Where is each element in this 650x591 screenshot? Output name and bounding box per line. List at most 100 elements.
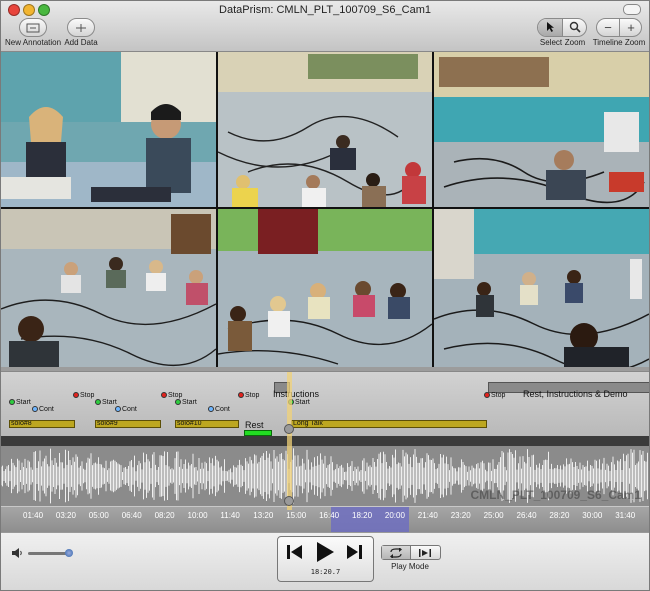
rest-instructions-label: Rest, Instructions & Demo bbox=[523, 389, 628, 399]
current-time: 18:20.7 bbox=[310, 568, 341, 576]
window-title: DataPrism: CMLN_PLT_100709_S6_Cam1 bbox=[219, 4, 431, 16]
segment-solo-8[interactable]: solo#8 bbox=[9, 420, 75, 428]
segment-solo-9[interactable]: solo#9 bbox=[95, 420, 161, 428]
playback-controls: 18:20.7 Play Mode bbox=[1, 532, 649, 590]
video-cell-4[interactable] bbox=[1, 209, 216, 367]
add-data-icon bbox=[76, 24, 86, 32]
cont-marker-1[interactable] bbox=[32, 406, 38, 412]
volume-slider-knob[interactable] bbox=[65, 549, 73, 557]
ruler-tick-label: 26:40 bbox=[516, 511, 537, 520]
annotation-track[interactable]: Instructions Rest, Instructions & Demo S… bbox=[1, 372, 649, 436]
cont-marker-2[interactable] bbox=[115, 406, 121, 412]
ruler-tick-label: 23:20 bbox=[450, 511, 471, 520]
stop-marker-4[interactable] bbox=[484, 392, 490, 398]
instructions-label: Instructions bbox=[273, 389, 320, 399]
video-cell-1[interactable] bbox=[1, 52, 216, 207]
app-window: DataPrism: CMLN_PLT_100709_S6_Cam1 New A… bbox=[0, 0, 650, 591]
timeline-zoom-out-button[interactable]: − bbox=[597, 19, 620, 36]
volume-icon bbox=[12, 548, 22, 558]
ruler-tick-label: 20:00 bbox=[384, 511, 405, 520]
stop-marker-2[interactable] bbox=[161, 392, 167, 398]
playhead-handle-top[interactable] bbox=[284, 424, 294, 434]
ruler-tick-label: 18:20 bbox=[352, 511, 373, 520]
volume-slider[interactable] bbox=[28, 549, 73, 557]
segment-solo-10[interactable]: solo#10 bbox=[175, 420, 239, 428]
cont-marker-3[interactable] bbox=[208, 406, 214, 412]
waveform-watermark: CMLN_PLT_100709_S6_Cam1 bbox=[470, 488, 641, 502]
ruler-tick-label: 16:40 bbox=[319, 511, 340, 520]
ruler-tick-label: 25:00 bbox=[483, 511, 504, 520]
ruler-tick-label: 10:00 bbox=[187, 511, 208, 520]
cont-label-2: Cont bbox=[122, 406, 137, 413]
zoom-tool-button[interactable] bbox=[563, 19, 587, 36]
range-mode-button[interactable] bbox=[411, 546, 439, 559]
toolbar: DataPrism: CMLN_PLT_100709_S6_Cam1 New A… bbox=[1, 1, 649, 52]
video-cell-3[interactable] bbox=[434, 52, 649, 207]
play-mode-label: Play Mode bbox=[391, 562, 429, 571]
stop-label-1: Stop bbox=[80, 392, 95, 399]
step-forward-icon[interactable] bbox=[345, 543, 363, 561]
stop-marker-3[interactable] bbox=[238, 392, 244, 398]
play-icon[interactable] bbox=[315, 541, 335, 563]
select-label: Select bbox=[539, 38, 563, 47]
video-cell-5[interactable] bbox=[218, 209, 432, 367]
start-marker-2[interactable] bbox=[95, 399, 101, 405]
stop-label-3: Stop bbox=[245, 392, 260, 399]
ruler-tick-label: 11:40 bbox=[220, 511, 240, 520]
start-marker-1[interactable] bbox=[9, 399, 15, 405]
playhead-handle-bottom[interactable] bbox=[284, 496, 294, 506]
video-frame-6 bbox=[434, 209, 649, 367]
stop-label-2: Stop bbox=[168, 392, 183, 399]
add-data-button[interactable] bbox=[67, 18, 95, 37]
ruler-tick-label: 15:00 bbox=[286, 511, 307, 520]
video-frame-2 bbox=[218, 52, 432, 207]
cont-label-1: Cont bbox=[39, 406, 54, 413]
cont-label-3: Cont bbox=[215, 406, 230, 413]
start-label-3: Start bbox=[182, 399, 197, 406]
video-cell-2[interactable] bbox=[218, 52, 432, 207]
loop-mode-button[interactable] bbox=[382, 546, 411, 559]
ruler-tick-label: 28:20 bbox=[549, 511, 570, 520]
ruler-tick-label: 21:40 bbox=[417, 511, 438, 520]
audio-waveform[interactable]: CMLN_PLT_100709_S6_Cam1 bbox=[1, 446, 649, 506]
video-grid bbox=[1, 52, 649, 367]
select-zoom-segmented-control bbox=[537, 18, 587, 37]
ruler-tick-label: 13:20 bbox=[253, 511, 274, 520]
ruler-tick-label: 31:40 bbox=[615, 511, 636, 520]
start-marker-3[interactable] bbox=[175, 399, 181, 405]
new-annotation-label: New Annotation bbox=[5, 38, 62, 47]
new-annotation-button[interactable] bbox=[19, 18, 47, 37]
arrow-cursor-icon bbox=[547, 22, 554, 32]
playhead[interactable] bbox=[287, 372, 292, 510]
timeline-zoom-in-button[interactable]: + bbox=[620, 19, 642, 36]
step-back-icon[interactable] bbox=[286, 543, 304, 561]
track-separator bbox=[1, 436, 649, 446]
video-cell-6[interactable] bbox=[434, 209, 649, 367]
timeline-zoom-segmented-control: − + bbox=[596, 18, 642, 37]
zoom-label: Zoom bbox=[564, 38, 586, 47]
timeline-panel: Instructions Rest, Instructions & Demo S… bbox=[1, 371, 649, 532]
add-data-label: Add Data bbox=[64, 38, 98, 47]
start-label-4: Start bbox=[295, 399, 310, 406]
new-annotation-icon bbox=[26, 23, 40, 33]
range-play-icon bbox=[419, 549, 431, 557]
segment-long-talk[interactable]: Long Talk bbox=[291, 420, 487, 428]
video-frame-1 bbox=[1, 52, 216, 207]
time-ruler[interactable]: 01:40 03:20 05:00 06:40 08:20 10:00 11:40 13:20… bbox=[1, 507, 649, 532]
ruler-tick-label: 30:00 bbox=[582, 511, 603, 520]
ruler-tick-label: 06:40 bbox=[121, 511, 142, 520]
play-mode-control bbox=[381, 545, 441, 560]
stop-marker-1[interactable] bbox=[73, 392, 79, 398]
start-label-2: Start bbox=[102, 399, 117, 406]
video-frame-3 bbox=[434, 52, 649, 207]
video-frame-5 bbox=[218, 209, 432, 367]
ruler-tick-label: 08:20 bbox=[154, 511, 175, 520]
ruler-tick-label: 05:00 bbox=[88, 511, 109, 520]
toolbar-toggle-button[interactable] bbox=[623, 4, 641, 15]
ruler-tick-label: 01:40 bbox=[23, 511, 44, 520]
timeline-zoom-label: Timeline Zoom bbox=[592, 38, 646, 47]
ruler-tick-label: 03:20 bbox=[55, 511, 76, 520]
rest-label: Rest bbox=[245, 420, 264, 430]
video-frame-4 bbox=[1, 209, 216, 367]
select-tool-button[interactable] bbox=[538, 19, 563, 36]
